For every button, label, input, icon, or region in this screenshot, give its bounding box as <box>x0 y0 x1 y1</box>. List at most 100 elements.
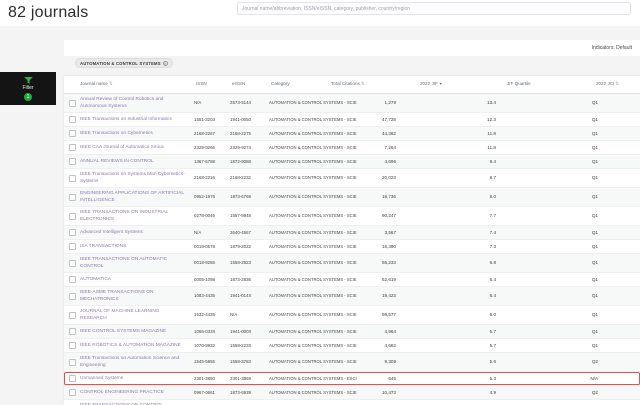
total-citations-cell: 9,309 <box>384 359 397 365</box>
category-filter-chip[interactable]: AUTOMATION & CONTROL SYSTEMS ✕ <box>75 58 173 68</box>
column-header-journal-name[interactable]: Journal name⇅ <box>80 81 113 87</box>
eissn-cell: 1879-2022 <box>230 243 251 249</box>
issn-cell: N/A <box>194 229 202 235</box>
journal-name-cell: Advanced Intelligent Systems <box>80 227 194 238</box>
jif-quartile-cell: Q1 <box>591 213 598 219</box>
row-checkbox[interactable] <box>68 116 76 123</box>
row-checkbox[interactable] <box>68 259 76 267</box>
category-cell: AUTOMATION & CONTROL SYSTEMS - SCIE <box>269 229 357 235</box>
filter-chip-label: AUTOMATION & CONTROL SYSTEMS <box>80 60 161 66</box>
journal-name-link[interactable]: CONTROL ENGINEERING PRACTICE <box>80 390 164 395</box>
journal-name-link[interactable]: IEEE Transactions on Automation Science … <box>80 356 179 368</box>
journal-name-link[interactable]: ENGINEERING APPLICATIONS OF ARTIFICIAL I… <box>80 191 184 203</box>
close-circle-icon[interactable]: ✕ <box>162 60 168 66</box>
journal-name-link[interactable]: IEEE-ASME TRANSACTIONS ON MECHATRONICS <box>80 290 153 302</box>
total-citations-cell: 65,233 <box>381 260 396 266</box>
journal-name-cell: IEEE TRANSACTIONS ON INDUSTRIAL ELECTRON… <box>80 207 194 225</box>
row-checkbox[interactable] <box>68 311 76 319</box>
journal-name-cell: IEEE ROBOTICS & AUTOMATION MAGAZINE <box>80 340 194 351</box>
row-checkbox[interactable] <box>68 99 76 107</box>
journal-name-link[interactable]: IEEE Transactions on Industrial Informat… <box>80 117 172 122</box>
checkbox-cell <box>64 291 80 302</box>
jif-quartile-cell: Q1 <box>591 158 598 164</box>
issn-cell: 2168-2267 <box>194 130 215 136</box>
journal-name-cell: IEEE TRANSACTIONS ON CONTROL SYSTEMS TEC… <box>80 400 194 405</box>
total-citations-cell: 18,736 <box>381 194 396 200</box>
journal-name-link[interactable]: ISA TRANSACTIONS <box>80 244 126 249</box>
search-input[interactable] <box>237 2 631 15</box>
sort-icon[interactable]: ⇅ <box>109 81 113 86</box>
journal-name-link[interactable]: IEEE Transactions on Systems Man Cyberne… <box>80 172 185 184</box>
row-checkbox[interactable] <box>68 193 76 201</box>
journal-name-link[interactable]: IEEE Transactions on Cybernetics <box>80 131 153 136</box>
total-citations-cell: 52,619 <box>381 276 396 282</box>
journal-name-link[interactable]: ANNUAL REVIEWS IN CONTROL <box>80 159 154 164</box>
journal-name-link[interactable]: IEEE CONTROL SYSTEMS MAGAZINE <box>80 329 166 334</box>
journal-name-link[interactable]: JOURNAL OF MACHINE LEARNING RESEARCH <box>80 309 160 321</box>
row-checkbox[interactable] <box>68 144 76 151</box>
row-checkbox[interactable] <box>68 342 76 349</box>
jif-quartile-cell: Q1 <box>591 130 598 136</box>
row-checkbox[interactable] <box>68 174 76 182</box>
eissn-cell: 2573-5144 <box>230 100 251 106</box>
column-header-total-citations[interactable]: Total Citations⇅ <box>331 81 365 87</box>
journal-name-link[interactable]: Unmanned Systems <box>80 376 123 381</box>
journal-name-link[interactable]: IEEE CAA Journal of Automatica Sinica <box>80 145 164 150</box>
row-checkbox[interactable] <box>68 389 76 396</box>
row-checkbox[interactable] <box>68 328 76 335</box>
jif-quartile-cell: Q1 <box>591 293 598 299</box>
jif-2022-cell: 5.7 <box>489 342 496 348</box>
issn-cell: 0005-1098 <box>194 276 215 282</box>
jif-quartile-cell: Q1 <box>591 312 598 318</box>
jif-quartile-cell: Q1 <box>591 243 598 249</box>
journal-name-link[interactable]: IEEE TRANSACTIONS ON AUTOMATIC CONTROL <box>80 257 167 269</box>
table-row: ENGINEERING APPLICATIONS OF ARTIFICIAL I… <box>64 188 640 207</box>
journal-name-link[interactable]: IEEE ROBOTICS & AUTOMATION MAGAZINE <box>80 343 181 348</box>
row-checkbox[interactable] <box>68 158 76 165</box>
jif-2022-cell: 6.0 <box>489 312 496 318</box>
journal-name-cell: ENGINEERING APPLICATIONS OF ARTIFICIAL I… <box>80 188 194 206</box>
eissn-cell: 1873-2836 <box>230 276 251 282</box>
sort-desc-icon[interactable]: ▼ <box>439 82 443 86</box>
jif-quartile-cell: Q2 <box>591 359 598 365</box>
row-checkbox[interactable] <box>68 212 76 220</box>
row-checkbox[interactable] <box>68 292 76 300</box>
total-citations-cell: 3,567 <box>384 229 397 235</box>
jif-2022-cell: 6.4 <box>489 276 496 282</box>
sort-icon[interactable]: ⇅ <box>615 81 619 86</box>
journal-name-cell: Annual Review of Control Robotics and Au… <box>80 94 194 112</box>
journal-name-link[interactable]: AUTOMATICA <box>80 277 111 282</box>
row-checkbox[interactable] <box>68 229 76 236</box>
journal-name-link[interactable]: Advanced Intelligent Systems <box>80 230 143 235</box>
table-row: ISA TRANSACTIONS 0019-0578 1879-2022 AUT… <box>64 240 640 254</box>
row-checkbox[interactable] <box>68 358 76 366</box>
journal-name-link[interactable]: IEEE TRANSACTIONS ON INDUSTRIAL ELECTRON… <box>80 210 168 222</box>
indicators-selector[interactable]: Indicators: Default <box>592 45 632 51</box>
jif-2022-cell: 8.7 <box>489 175 496 181</box>
row-checkbox[interactable] <box>68 375 76 382</box>
eissn-cell: 1941-014X <box>230 293 252 299</box>
column-header-category: Category <box>271 81 290 86</box>
column-header-2022-jif[interactable]: 2022 JIF▼ <box>420 81 443 86</box>
eissn-cell: 1873-6769 <box>230 194 251 200</box>
row-checkbox[interactable] <box>68 276 76 283</box>
total-citations-cell: 20,023 <box>381 175 396 181</box>
table-row: IEEE CONTROL SYSTEMS MAGAZINE 1066-033X … <box>64 325 640 339</box>
row-checkbox[interactable] <box>68 130 76 137</box>
journal-name-link[interactable]: Annual Review of Control Robotics and Au… <box>80 97 163 109</box>
sort-icon[interactable]: ⇅ <box>361 81 365 86</box>
eissn-cell: 1873-6939 <box>230 389 251 395</box>
jci-2022-cell <box>598 118 638 122</box>
row-checkbox[interactable] <box>68 243 76 250</box>
column-header-2022-jci[interactable]: 2022 JCI⇅ <box>596 81 619 87</box>
category-cell: AUTOMATION & CONTROL SYSTEMS - SCIE <box>269 312 357 318</box>
column-header-eissn: eISSN <box>232 81 246 86</box>
category-cell: AUTOMATION & CONTROL SYSTEMS - SCIE <box>269 260 357 266</box>
funnel-icon <box>23 76 33 84</box>
category-cell: AUTOMATION & CONTROL SYSTEMS - SCIE <box>269 276 357 282</box>
table-row: IEEE Transactions on Industrial Informat… <box>64 113 640 127</box>
total-citations-cell: 4,964 <box>384 328 397 334</box>
jif-2022-cell: 13.4 <box>487 100 496 106</box>
filter-panel-toggle[interactable]: Filter 1 <box>0 72 56 105</box>
jci-2022-cell <box>598 245 638 249</box>
